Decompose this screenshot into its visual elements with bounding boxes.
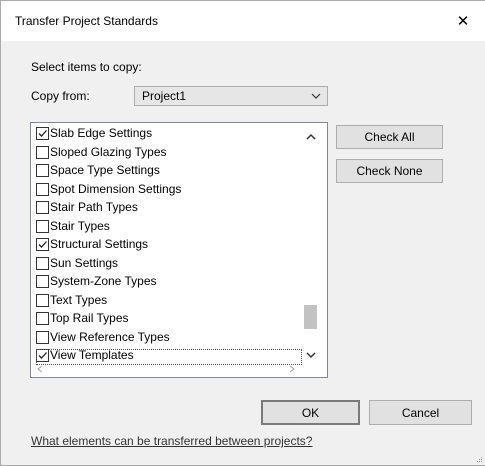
list-item[interactable]: Top Rail Types [36, 311, 298, 326]
transfer-project-standards-dialog: Transfer Project Standards ✕ Select item… [0, 0, 485, 466]
list-item-label: Space Type Settings [50, 163, 160, 177]
list-item[interactable]: Stair Path Types [36, 200, 298, 215]
scroll-down-icon[interactable] [306, 351, 316, 359]
checkbox[interactable] [36, 201, 49, 214]
list-item[interactable]: Text Types [36, 293, 298, 308]
checkbox[interactable] [36, 256, 49, 270]
list-item-label: Sun Settings [50, 255, 119, 270]
select-items-label: Select items to copy: [31, 60, 142, 74]
list-item-label: Text Types [50, 292, 108, 307]
copy-from-dropdown[interactable]: Project1 [134, 86, 328, 106]
list-item[interactable]: System-Zone Types [36, 274, 298, 289]
close-button[interactable]: ✕ [441, 1, 485, 41]
list-item[interactable]: Stair Types [36, 219, 298, 234]
checkbox[interactable] [36, 127, 49, 140]
list-item-label: Stair Path Types [50, 200, 138, 214]
chevron-down-icon [311, 93, 321, 99]
list-item-label: Top Rail Types [50, 311, 129, 325]
list-item[interactable]: Sloped Glazing Types [36, 145, 298, 160]
scroll-left-icon[interactable] [37, 365, 43, 373]
list-item-label: Sloped Glazing Types [50, 144, 167, 159]
scroll-up-icon[interactable] [306, 133, 316, 141]
list-item-label: System-Zone Types [50, 274, 157, 288]
check-none-button[interactable]: Check None [336, 159, 443, 183]
window-title: Transfer Project Standards [15, 14, 158, 28]
copy-from-label: Copy from: [31, 89, 90, 103]
checkbox[interactable] [36, 145, 49, 159]
checkbox[interactable] [36, 182, 49, 196]
list-item[interactable]: Slab Edge Settings [36, 126, 298, 141]
list-item-label: View Reference Types [50, 329, 170, 344]
list-item[interactable]: Structural Settings [36, 237, 298, 252]
scrollbar-thumb[interactable] [304, 305, 317, 329]
close-icon: ✕ [456, 13, 470, 30]
checkbox[interactable] [36, 330, 49, 344]
checkbox[interactable] [36, 293, 49, 307]
checkmark-icon [38, 352, 47, 359]
help-link[interactable]: What elements can be transferred between… [31, 434, 312, 448]
checkbox[interactable] [36, 275, 49, 288]
checkbox[interactable] [36, 238, 49, 251]
check-all-button[interactable]: Check All [336, 125, 443, 149]
checkmark-icon [38, 241, 47, 248]
vertical-scrollbar[interactable] [302, 123, 320, 361]
list-item-label: Spot Dimension Settings [50, 181, 182, 196]
list-item-label: Slab Edge Settings [50, 126, 153, 140]
checkmark-icon [38, 130, 47, 137]
horizontal-scrollbar[interactable] [31, 361, 302, 377]
resize-grip-icon[interactable] [475, 455, 483, 463]
checkbox[interactable] [36, 164, 49, 177]
title-bar: Transfer Project Standards ✕ [1, 1, 485, 41]
ok-button[interactable]: OK [261, 400, 360, 425]
checkbox[interactable] [36, 219, 49, 233]
list-item-label: Stair Types [50, 218, 110, 233]
items-listbox[interactable]: Slab Edge Settings Sloped Glazing Types Sp… [30, 122, 328, 378]
checkbox[interactable] [36, 312, 49, 325]
list-item[interactable]: Space Type Settings [36, 163, 298, 178]
copy-from-value: Project1 [142, 89, 187, 103]
list-item[interactable]: Sun Settings [36, 256, 298, 271]
list-item[interactable]: View Reference Types [36, 330, 298, 345]
list-item-label: Structural Settings [50, 237, 149, 251]
cancel-button[interactable]: Cancel [369, 400, 472, 425]
scroll-right-icon[interactable] [289, 365, 295, 373]
list-item[interactable]: Spot Dimension Settings [36, 182, 298, 197]
